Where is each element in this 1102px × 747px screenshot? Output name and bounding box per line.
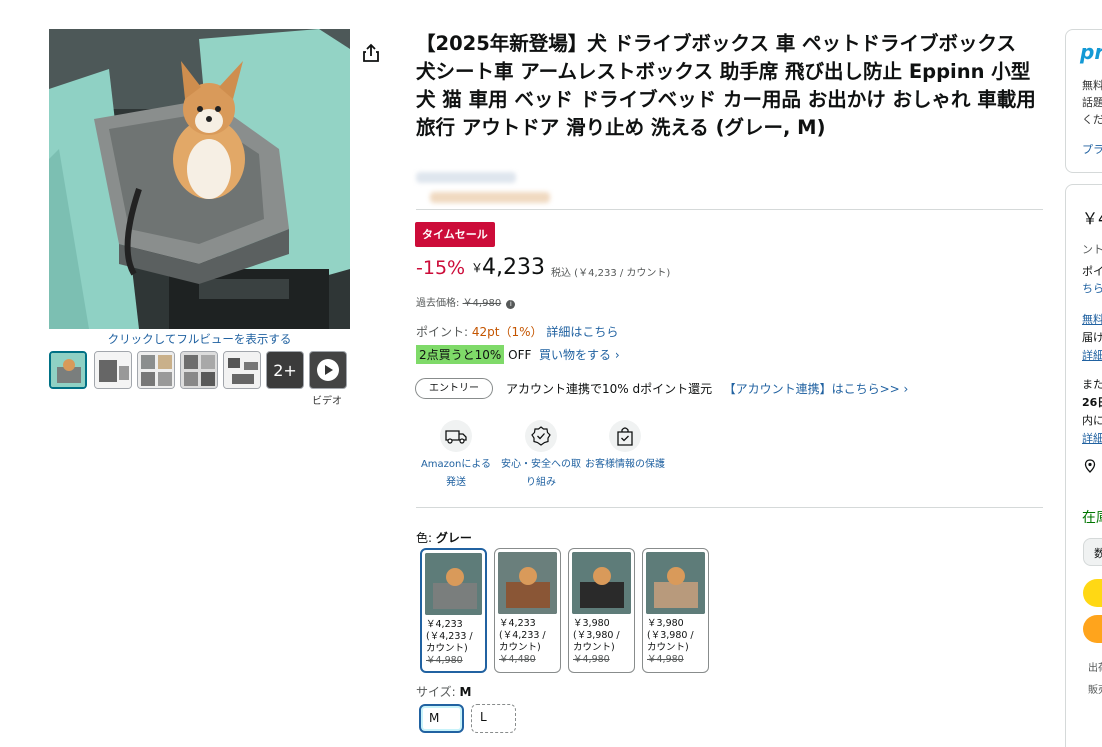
color-option-black[interactable]: ￥3,980 (￥3,980 / カウント) ￥4,980	[568, 548, 635, 673]
product-title: 【2025年新登場】犬 ドライブボックス 車 ペットドライブボックス 犬シート車…	[416, 32, 1036, 139]
option-was-price: ￥4,480	[499, 654, 536, 665]
divider	[416, 209, 1043, 210]
quantity-select[interactable]: 数	[1083, 538, 1102, 566]
past-price: 過去価格: ￥4,980 i	[416, 294, 516, 309]
feature-label: お客様情報の保護	[585, 459, 665, 470]
promo-off: OFF	[508, 348, 532, 362]
option-unit: (￥3,980 / カウント)	[647, 630, 694, 653]
option-was-price: ￥4,980	[573, 654, 610, 665]
option-unit: (￥4,233 / カウント)	[426, 631, 473, 654]
account-link[interactable]: 【アカウント連携】はこちら>> ›	[724, 382, 909, 396]
video-label: ビデオ	[312, 396, 342, 407]
buybox-link[interactable]: ちら	[1082, 280, 1102, 296]
thumbnail[interactable]	[94, 351, 132, 389]
color-option-beige[interactable]: ￥3,980 (￥3,980 / カウント) ￥4,980	[642, 548, 709, 673]
prime-line: 話題	[1082, 96, 1102, 109]
option-price: ￥4,233	[426, 619, 463, 630]
points-label: ポイント:	[416, 325, 469, 339]
thumbnail[interactable]	[49, 351, 87, 389]
size-label-text: サイズ:	[416, 685, 456, 699]
color-option-grey[interactable]: ￥4,233 (￥4,233 / カウント) ￥4,980	[420, 548, 487, 673]
shopping-bag-check-icon	[609, 420, 641, 452]
price-tax-note: 税込 (￥4,233 / カウント)	[551, 268, 671, 279]
option-price: ￥4,233	[499, 618, 536, 629]
rating-blurred[interactable]	[430, 192, 550, 203]
buybox-link[interactable]: 詳細	[1082, 430, 1102, 446]
fullview-hint[interactable]: クリックしてフルビューを表示する	[49, 331, 350, 347]
info-icon[interactable]: i	[506, 300, 516, 309]
option-price: ￥3,980	[647, 618, 684, 629]
buybox-line: 26日	[1082, 396, 1102, 409]
buybox-price: ￥4	[1082, 209, 1102, 228]
deal-badge: タイムセール	[415, 222, 495, 247]
past-price-label: 過去価格:	[416, 298, 460, 309]
size-selected: M	[459, 685, 472, 699]
buybox-line: 内に	[1082, 414, 1102, 427]
discount-percent: -15%	[416, 257, 466, 279]
option-unit: (￥3,980 / カウント)	[573, 630, 620, 653]
entry-row: アカウント連携で10% dポイント還元 【アカウント連携】はこちら>> ›	[506, 380, 908, 397]
promo-tag: 2点買うと10%	[416, 345, 505, 364]
in-stock-status: 在庫	[1082, 510, 1102, 526]
badge-check-icon	[525, 420, 557, 452]
promo-row: 2点買うと10% OFF 買い物をする ›	[416, 345, 620, 364]
prime-link[interactable]: プラ	[1082, 141, 1102, 157]
color-option-brown[interactable]: ￥4,233 (￥4,233 / カウント) ￥4,480	[494, 548, 561, 673]
play-icon	[317, 359, 339, 381]
feature-privacy[interactable]: お客様情報の保護	[585, 420, 665, 474]
buybox-line: また	[1082, 378, 1102, 391]
price-amount: 4,233	[482, 255, 545, 280]
size-option-m[interactable]: M	[419, 704, 464, 733]
buybox-line: 届け	[1082, 331, 1102, 344]
ships-from-label: 出荷	[1088, 663, 1102, 674]
sold-by-label: 販売	[1088, 685, 1102, 696]
promo-shop-link[interactable]: 買い物をする ›	[539, 348, 620, 362]
entry-button[interactable]: エントリー	[415, 378, 493, 399]
feature-safety[interactable]: 安心・安全への取り組み	[501, 420, 581, 492]
option-unit: (￥4,233 / カウント)	[499, 630, 546, 653]
video-thumbnail[interactable]	[309, 351, 347, 389]
past-price-value: ￥4,980	[462, 298, 502, 309]
truck-icon	[440, 420, 472, 452]
share-icon[interactable]	[360, 42, 382, 64]
thumbnail[interactable]	[137, 351, 175, 389]
prime-logo: pri	[1080, 40, 1102, 64]
feature-shipping[interactable]: Amazonによる発送	[416, 420, 496, 492]
location-pin-icon[interactable]	[1084, 458, 1096, 477]
thumbnail[interactable]	[180, 351, 218, 389]
product-main-image[interactable]	[49, 29, 350, 329]
prime-line: 無料	[1082, 79, 1102, 92]
buybox-line: ポイ	[1082, 265, 1102, 278]
feature-label: 安心・安全への取り組み	[501, 459, 581, 488]
color-label-text: 色:	[416, 531, 433, 545]
prime-line: くだ	[1082, 113, 1102, 126]
buybox-link[interactable]: 無料	[1082, 311, 1102, 327]
feature-label: Amazonによる発送	[420, 459, 492, 488]
buybox-line: ント	[1082, 243, 1102, 256]
buybox-link[interactable]: 詳細	[1082, 347, 1102, 363]
color-label: 色: グレー	[416, 529, 472, 546]
divider	[416, 507, 1043, 508]
option-was-price: ￥4,980	[426, 655, 463, 666]
color-selected: グレー	[435, 531, 472, 545]
points-details-link[interactable]: 詳細はこちら	[546, 325, 618, 339]
points-row: ポイント: 42pt（1%） 詳細はこちら	[416, 323, 618, 340]
store-link-blurred[interactable]	[416, 172, 516, 183]
size-label: サイズ: M	[416, 683, 471, 700]
option-was-price: ￥4,980	[647, 654, 684, 665]
entry-text: アカウント連携で10% dポイント還元	[506, 382, 713, 396]
size-option-l[interactable]: L	[471, 704, 516, 733]
option-price: ￥3,980	[573, 618, 610, 629]
quantity-label: 数	[1094, 547, 1102, 560]
thumbnail[interactable]	[223, 351, 261, 389]
points-value: 42pt（1%）	[471, 325, 543, 339]
more-images-thumbnail[interactable]: 2+	[266, 351, 304, 389]
